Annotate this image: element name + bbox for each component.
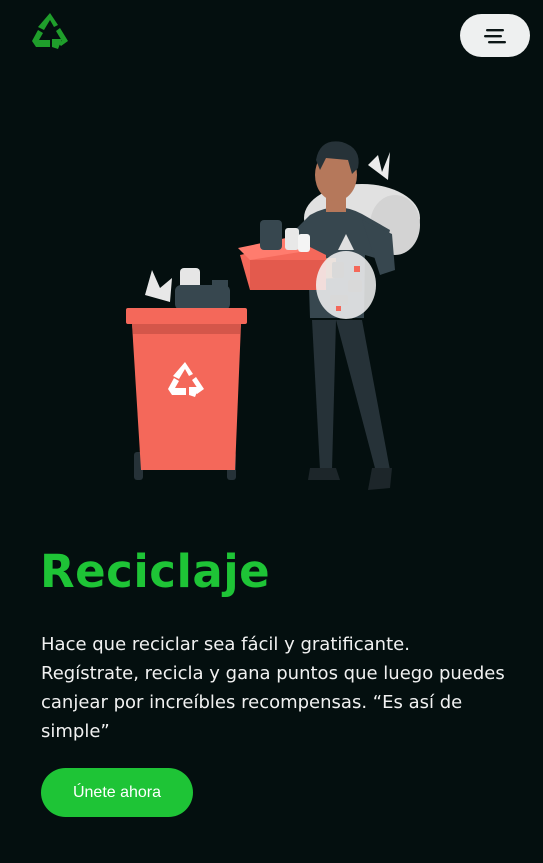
hero-description: Hace que reciclar sea fácil y gratifican… xyxy=(41,634,505,742)
person-recycling-illustration xyxy=(126,141,420,490)
recycle-icon xyxy=(32,13,68,49)
menu-button[interactable] xyxy=(460,14,530,57)
hamburger-menu-icon xyxy=(484,28,506,43)
hero-title: Reciclaje xyxy=(40,545,271,598)
join-now-button[interactable]: Únete ahora xyxy=(41,768,193,817)
